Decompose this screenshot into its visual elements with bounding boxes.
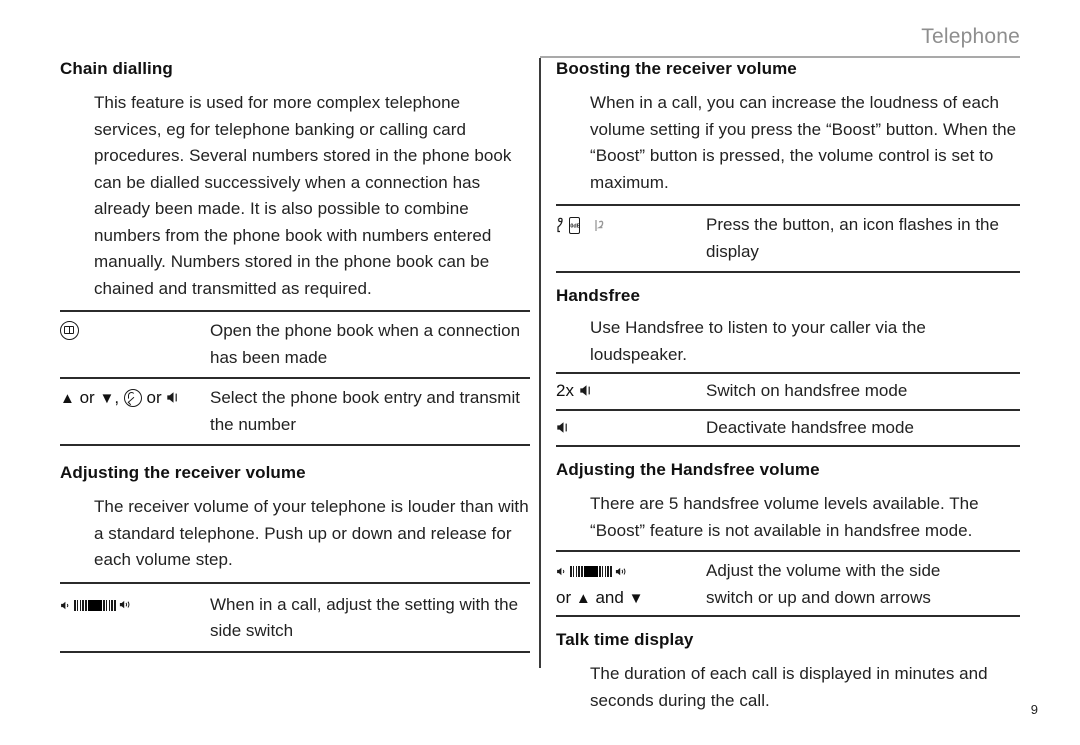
or-word-1: or [79, 388, 95, 407]
volume-level-bars [570, 566, 612, 578]
instruction-icons-select-entry: ▲ or ▼, or [60, 385, 210, 412]
paragraph-handsfree: Use Handsfree to listen to your caller v… [590, 318, 926, 364]
section-title-adjusting-receiver-volume: Adjusting the receiver volume [60, 463, 306, 482]
instruction-icons-deactivate-handsfree [556, 415, 706, 442]
instruction-icons-switch-on-handsfree: 2x [556, 378, 706, 405]
paragraph-adjusting-handsfree-volume: There are 5 handsfree volume levels avai… [590, 494, 979, 540]
paragraph-talk-time-display: The duration of each call is displayed i… [590, 664, 988, 710]
boost-db-badge: 30dB [568, 217, 580, 235]
instruction-text-adjust-handsfree-volume: Adjust the volume with the side switch o… [706, 558, 1020, 611]
instruction-row-boost-button: 30dB Press the button, an icon flashes i… [556, 212, 1020, 265]
instruction-row-open-phonebook: Open the phone book when a connection ha… [60, 318, 530, 371]
page-number: 9 [1030, 702, 1038, 717]
speaker-icon [556, 420, 571, 435]
boost-button-icon: 30dB [556, 217, 580, 235]
instruction-text-deactivate-handsfree: Deactivate handsfree mode [706, 417, 914, 437]
instruction-text-open-phonebook: Open the phone book when a connection ha… [210, 321, 521, 367]
speaker-icon [166, 390, 181, 405]
instruction-row-side-switch: When in a call, adjust the setting with … [60, 592, 530, 645]
speaker-icon [579, 383, 594, 398]
instruction-icons-side-switch [60, 592, 210, 619]
instruction-row-switch-on-handsfree: 2x Switch on handsfree mode [556, 378, 1020, 405]
instruction-text-side-switch: When in a call, adjust the setting with … [210, 594, 519, 641]
instruction-row-select-entry: ▲ or ▼, or Select the phone book entry a… [60, 385, 530, 438]
boost-flashing-icon [594, 217, 605, 234]
paragraph-boosting-receiver-volume: When in a call, you can increase the lou… [590, 93, 1017, 192]
instruction-icons-boost-button: 30dB [556, 212, 706, 239]
instruction-icons-adjust-handsfree-volume: or ▲ and ▼ [556, 558, 706, 611]
phonebook-icon [60, 321, 79, 341]
instruction-text-boost-button: Press the button, an icon flashes in the… [706, 215, 999, 261]
comma-sep: , [114, 388, 120, 407]
down-triangle-icon: ▼ [628, 589, 644, 607]
volume-slider-row [556, 558, 706, 585]
and-word: and [595, 587, 624, 607]
section-title-chain-dialling: Chain dialling [60, 59, 173, 78]
speaker-small-icon [556, 566, 567, 577]
call-icon [123, 388, 142, 407]
header-title: Telephone [921, 25, 1020, 48]
section-title-talk-time-display: Talk time display [556, 630, 694, 649]
paragraph-chain-dialling: This feature is used for more complex te… [94, 93, 512, 298]
arrow-alternative-row: or ▲ and ▼ [556, 585, 706, 612]
speaker-loud-icon [615, 566, 628, 578]
boost-db-label: 30dB [570, 222, 579, 229]
instruction-text-line-2: switch or up and down arrows [706, 587, 931, 607]
section-title-adjusting-handsfree-volume: Adjusting the Handsfree volume [556, 460, 820, 479]
up-triangle-icon: ▲ [60, 390, 75, 408]
instruction-icons-open-phonebook [60, 318, 210, 345]
section-title-handsfree: Handsfree [556, 286, 641, 305]
instruction-text-switch-on-handsfree: Switch on handsfree mode [706, 381, 908, 400]
down-triangle-icon: ▼ [99, 390, 115, 408]
instruction-row-adjust-handsfree-volume: or ▲ and ▼ Adjust the volume with the si… [556, 558, 1020, 611]
right-column: Boosting the receiver volume When in a c… [556, 58, 1020, 714]
left-column: Chain dialling This feature is used for … [60, 58, 530, 653]
speaker-loud-icon [119, 599, 132, 611]
section-title-boosting-receiver-volume: Boosting the receiver volume [556, 59, 797, 78]
volume-slider-icon [60, 599, 132, 611]
or-word-3: or [556, 587, 572, 607]
up-triangle-icon: ▲ [575, 589, 591, 607]
instruction-text-select-entry: Select the phone book entry and transmit… [210, 388, 520, 434]
boost-icon-group: 30dB [556, 217, 605, 235]
volume-slider-icon [556, 566, 628, 578]
paragraph-adjusting-receiver-volume: The receiver volume of your telephone is… [94, 497, 529, 569]
rule-after-side-switch [60, 650, 530, 653]
or-word-2: or [146, 388, 162, 407]
times-two-label: 2x [556, 381, 574, 400]
manual-page: Telephone Chain dialling This feature is… [0, 0, 1080, 745]
speaker-small-icon [60, 600, 71, 611]
instruction-text-line-1: Adjust the volume with the side [706, 561, 941, 580]
instruction-row-deactivate-handsfree: Deactivate handsfree mode [556, 415, 1020, 442]
page-header: Telephone [540, 24, 1020, 50]
column-divider [539, 58, 541, 668]
volume-level-bars [74, 599, 116, 611]
